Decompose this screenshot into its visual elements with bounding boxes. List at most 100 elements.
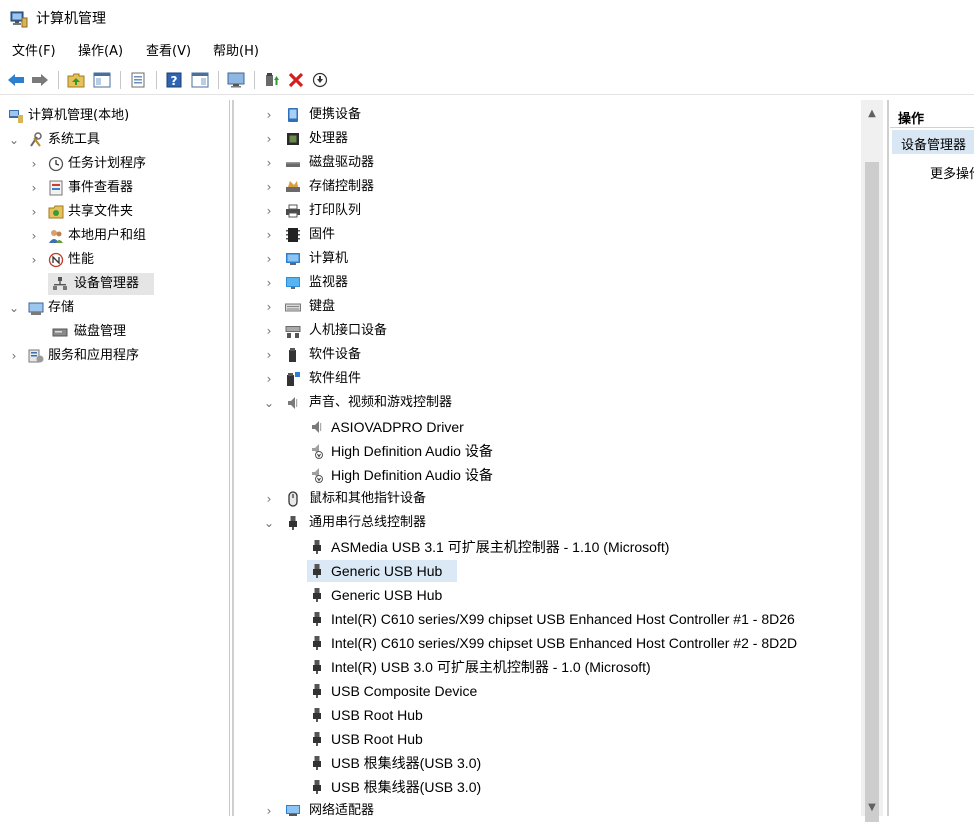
chevron-right-icon[interactable]: › <box>263 296 275 318</box>
chevron-right-icon[interactable]: › <box>263 344 275 366</box>
forward-button[interactable] <box>30 70 50 90</box>
download-circle-icon <box>312 72 328 88</box>
tree-event-viewer[interactable]: › 事件查看器 <box>26 177 226 199</box>
chevron-right-icon[interactable]: › <box>28 201 40 223</box>
scan-hardware-button[interactable] <box>226 70 246 90</box>
usb-item-root-hub-usb3-1[interactable]: USB 根集线器(USB 3.0) <box>307 752 847 774</box>
chevron-right-icon[interactable]: › <box>28 225 40 247</box>
device-category-firmware[interactable]: › 固件 <box>263 224 853 246</box>
menu-view[interactable]: 查看(V) <box>144 43 193 61</box>
device-category-print-queues[interactable]: › 打印队列 <box>263 200 853 222</box>
pane-divider[interactable] <box>232 100 234 816</box>
menu-bar: 文件(F) 操作(A) 查看(V) 帮助(H) <box>0 40 974 62</box>
device-item-hd-audio-1[interactable]: High Definition Audio 设备 <box>307 440 847 462</box>
usb-item-asmedia[interactable]: ASMedia USB 3.1 可扩展主机控制器 - 1.10 (Microso… <box>307 536 847 558</box>
usb-item-generic-hub-1[interactable]: Generic USB Hub <box>307 560 847 582</box>
chevron-right-icon[interactable]: › <box>8 345 20 367</box>
chevron-right-icon[interactable]: › <box>263 800 275 816</box>
chevron-right-icon[interactable]: › <box>263 104 275 126</box>
chevron-right-icon[interactable]: › <box>263 224 275 246</box>
firmware-icon <box>286 228 300 242</box>
chevron-right-icon[interactable]: › <box>263 176 275 198</box>
properties-button[interactable] <box>128 70 148 90</box>
chevron-right-icon[interactable]: › <box>263 200 275 222</box>
tree-system-tools[interactable]: ⌄ 系统工具 <box>6 129 226 151</box>
usb-item-intel-usb3[interactable]: Intel(R) USB 3.0 可扩展主机控制器 - 1.0 (Microso… <box>307 656 847 678</box>
menu-action[interactable]: 操作(A) <box>76 43 125 61</box>
device-item-hd-audio-2[interactable]: High Definition Audio 设备 <box>307 464 847 486</box>
device-category-disk-drives[interactable]: › 磁盘驱动器 <box>263 152 853 174</box>
scrollbar-thumb[interactable] <box>865 162 879 822</box>
usb-icon <box>313 684 321 698</box>
device-category-network[interactable]: › 网络适配器 <box>263 800 853 816</box>
chevron-down-icon[interactable]: ⌄ <box>263 392 275 414</box>
help-button[interactable]: ? <box>164 70 184 90</box>
usb-item-root-hub-2[interactable]: USB Root Hub <box>307 728 847 750</box>
device-category-processors[interactable]: › 处理器 <box>263 128 853 150</box>
chevron-right-icon[interactable]: › <box>263 128 275 150</box>
chevron-right-icon[interactable]: › <box>28 177 40 199</box>
device-category-sound[interactable]: ⌄ 声音、视频和游戏控制器 <box>263 392 853 414</box>
usb-item-intel-c610-1[interactable]: Intel(R) C610 series/X99 chipset USB Enh… <box>307 608 857 630</box>
device-category-software-components[interactable]: › 软件组件 <box>263 368 853 390</box>
tree-task-scheduler[interactable]: › 任务计划程序 <box>26 153 226 175</box>
usb-item-root-hub-usb3-2[interactable]: USB 根集线器(USB 3.0) <box>307 776 847 798</box>
chevron-down-icon[interactable]: ⌄ <box>8 297 20 319</box>
update-driver-button[interactable] <box>262 70 282 90</box>
device-category-mice[interactable]: › 鼠标和其他指针设备 <box>263 488 853 510</box>
monitor-icon <box>286 277 300 289</box>
usb-item-root-hub-1[interactable]: USB Root Hub <box>307 704 847 726</box>
tree-device-manager[interactable]: 设备管理器 <box>48 273 154 295</box>
device-tree: › 便携设备 › 处理器 › 磁盘驱动器 › 存储控制器 › 打印队列 › 固件… <box>235 100 860 816</box>
menu-help[interactable]: 帮助(H) <box>211 43 261 61</box>
usb-item-intel-c610-2[interactable]: Intel(R) C610 series/X99 chipset USB Enh… <box>307 632 857 654</box>
speaker-disabled-icon <box>312 444 323 459</box>
tree-services-apps[interactable]: › 服务和应用程序 <box>6 345 226 367</box>
chevron-right-icon[interactable]: › <box>263 320 275 342</box>
tree-local-users[interactable]: › 本地用户和组 <box>26 225 226 247</box>
chevron-right-icon[interactable]: › <box>263 248 275 270</box>
show-hide-console-tree-button[interactable] <box>92 70 112 90</box>
usb-item-composite-device[interactable]: USB Composite Device <box>307 680 847 702</box>
event-viewer-icon <box>49 180 63 196</box>
svg-text:?: ? <box>171 74 178 88</box>
back-button[interactable] <box>6 70 26 90</box>
device-category-monitors[interactable]: › 监视器 <box>263 272 853 294</box>
device-manager-icon <box>53 277 67 290</box>
scroll-down-arrow-icon[interactable]: ▼ <box>866 802 878 814</box>
device-item-asiovadpro[interactable]: ASIOVADPRO Driver <box>307 416 847 438</box>
chevron-right-icon[interactable]: › <box>263 488 275 510</box>
pane-divider-right[interactable] <box>887 100 889 816</box>
device-category-software-devices[interactable]: › 软件设备 <box>263 344 853 366</box>
actions-more-actions[interactable]: 更多操作 <box>930 163 974 182</box>
device-category-portable[interactable]: › 便携设备 <box>263 104 853 126</box>
chevron-right-icon[interactable]: › <box>28 153 40 175</box>
uninstall-device-button[interactable] <box>286 70 306 90</box>
device-category-hid[interactable]: › 人机接口设备 <box>263 320 853 342</box>
chevron-right-icon[interactable]: › <box>28 249 40 271</box>
chevron-right-icon[interactable]: › <box>263 368 275 390</box>
enable-device-button[interactable] <box>310 70 330 90</box>
tree-disk-management[interactable]: 磁盘管理 <box>48 321 218 343</box>
chevron-right-icon[interactable]: › <box>263 272 275 294</box>
device-category-computer[interactable]: › 计算机 <box>263 248 853 270</box>
scroll-up-arrow-icon[interactable]: ▲ <box>866 108 878 120</box>
tree-storage[interactable]: ⌄ 存储 <box>6 297 226 319</box>
chevron-down-icon[interactable]: ⌄ <box>8 129 20 151</box>
show-hide-action-pane-button[interactable] <box>190 70 210 90</box>
chevron-right-icon[interactable]: › <box>263 152 275 174</box>
actions-device-manager[interactable]: 设备管理器 <box>892 130 974 154</box>
device-category-keyboards[interactable]: › 键盘 <box>263 296 853 318</box>
up-folder-button[interactable] <box>66 70 86 90</box>
device-tree-scrollbar[interactable]: ▲ ▼ <box>861 100 883 822</box>
device-category-storage-controllers[interactable]: › 存储控制器 <box>263 176 853 198</box>
tree-performance[interactable]: › 性能 <box>26 249 226 271</box>
computer-management-icon <box>9 110 23 123</box>
computer-management-icon <box>10 11 28 28</box>
tree-shared-folders[interactable]: › 共享文件夹 <box>26 201 226 223</box>
usb-item-generic-hub-2[interactable]: Generic USB Hub <box>307 584 847 606</box>
menu-file[interactable]: 文件(F) <box>10 43 58 61</box>
tree-root[interactable]: 计算机管理(本地) <box>6 105 226 127</box>
chevron-down-icon[interactable]: ⌄ <box>263 512 275 534</box>
device-category-usb[interactable]: ⌄ 通用串行总线控制器 <box>263 512 853 534</box>
